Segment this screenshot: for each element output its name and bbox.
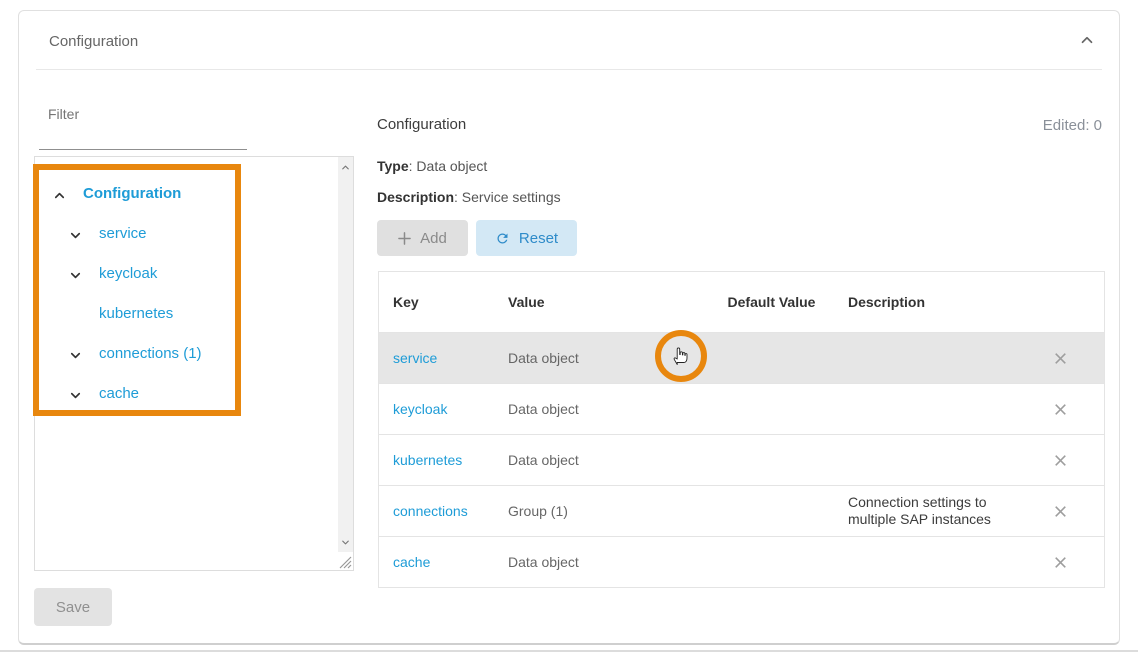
key-link[interactable]: connections [379, 503, 494, 519]
tree-item-label[interactable]: service [99, 225, 147, 242]
detail-title: Configuration [377, 116, 466, 133]
chevron-down-icon[interactable] [67, 267, 83, 283]
value-cell: Data object [494, 401, 709, 417]
column-header-default-value: Default Value [709, 294, 834, 311]
key-link[interactable]: kubernetes [379, 452, 494, 468]
table-row-kubernetes[interactable]: kubernetes Data object [379, 434, 1104, 485]
x-icon [1052, 452, 1069, 469]
scroll-down-icon[interactable] [338, 534, 353, 550]
tree-item-label[interactable]: connections (1) [99, 345, 202, 362]
header-divider [36, 69, 1102, 70]
add-button[interactable]: Add [377, 220, 468, 256]
tree-item-label[interactable]: keycloak [99, 265, 157, 282]
scroll-up-icon[interactable] [338, 159, 353, 175]
configuration-tree-panel[interactable]: Configuration service keycloak kubernete… [34, 156, 354, 571]
reset-button[interactable]: Reset [476, 220, 577, 256]
value-cell: Data object [494, 350, 709, 366]
key-link[interactable]: service [379, 350, 494, 366]
delete-row-button[interactable] [1014, 537, 1106, 587]
tree-item-cache[interactable]: cache [35, 375, 315, 415]
tree-item-configuration[interactable]: Configuration [35, 175, 315, 215]
filter-input[interactable] [39, 122, 247, 150]
save-button[interactable]: Save [34, 588, 112, 626]
configuration-table: Key Value Default Value Description serv… [378, 271, 1105, 588]
delete-row-button[interactable] [1014, 384, 1106, 434]
key-link[interactable]: cache [379, 554, 494, 570]
tree-item-connections[interactable]: connections (1) [35, 335, 315, 375]
reset-button-label: Reset [519, 230, 558, 247]
x-icon [1052, 503, 1069, 520]
value-cell: Data object [494, 554, 709, 570]
panel-title: Configuration [49, 33, 138, 50]
table-row-connections[interactable]: connections Group (1) Connection setting… [379, 485, 1104, 536]
table-row-service[interactable]: service Data object [379, 332, 1104, 383]
chevron-down-icon[interactable] [67, 347, 83, 363]
key-link[interactable]: keycloak [379, 401, 494, 417]
filter-field: Filter [39, 106, 247, 150]
configuration-panel: Configuration Filter Configuration servi… [18, 10, 1120, 645]
delete-row-button[interactable] [1014, 435, 1106, 485]
x-icon [1052, 350, 1069, 367]
description-value: : Service settings [454, 189, 561, 205]
column-header-value: Value [494, 294, 709, 310]
tree-item-label[interactable]: kubernetes [99, 305, 173, 322]
type-line: Type: Data object [377, 158, 487, 174]
chevron-down-icon[interactable] [67, 227, 83, 243]
description-label: Description [377, 189, 454, 205]
tree-item-service[interactable]: service [35, 215, 315, 255]
filter-label: Filter [48, 106, 247, 122]
description-cell: Connection settings to multiple SAP inst… [834, 494, 1014, 528]
collapse-panel-button[interactable] [1077, 31, 1097, 51]
tree-item-label[interactable]: Configuration [83, 185, 181, 202]
add-button-label: Add [420, 230, 447, 247]
value-cell: Group (1) [494, 503, 709, 519]
table-row-keycloak[interactable]: keycloak Data object [379, 383, 1104, 434]
tree-scrollbar[interactable] [338, 157, 353, 552]
x-icon [1052, 554, 1069, 571]
type-label: Type [377, 158, 409, 174]
delete-row-button[interactable] [1014, 486, 1106, 536]
table-row-cache[interactable]: cache Data object [379, 536, 1104, 587]
delete-row-button[interactable] [1014, 333, 1106, 383]
tree-item-kubernetes[interactable]: kubernetes [35, 295, 315, 335]
plus-icon [398, 232, 411, 245]
tree-item-label[interactable]: cache [99, 385, 139, 402]
description-line: Description: Service settings [377, 189, 561, 205]
value-cell: Data object [494, 452, 709, 468]
type-value: : Data object [409, 158, 488, 174]
refresh-icon [495, 231, 510, 246]
x-icon [1052, 401, 1069, 418]
column-header-key: Key [379, 294, 494, 310]
tree-item-keycloak[interactable]: keycloak [35, 255, 315, 295]
edited-count: Edited: 0 [1043, 117, 1102, 134]
column-header-description: Description [834, 294, 1014, 310]
table-header-row: Key Value Default Value Description [379, 272, 1104, 332]
chevron-up-icon[interactable] [51, 187, 67, 203]
page-bottom-divider [0, 650, 1138, 652]
chevron-down-icon[interactable] [67, 387, 83, 403]
chevron-up-icon [1078, 31, 1096, 52]
resize-grip-icon[interactable] [337, 554, 352, 569]
